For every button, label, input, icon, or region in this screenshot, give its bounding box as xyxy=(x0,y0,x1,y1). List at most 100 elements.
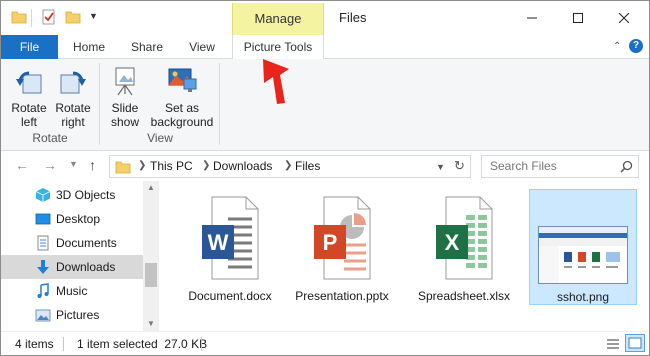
rotate-left-label-1: Rotate xyxy=(11,101,47,115)
group-divider xyxy=(99,63,100,145)
file-list-view: W Document.docx P Presentation.pptx X Sp… xyxy=(161,181,649,331)
word-file-icon: W xyxy=(202,196,259,280)
breadcrumb-chevron-icon[interactable]: ❯ xyxy=(284,160,292,171)
tab-home[interactable]: Home xyxy=(61,35,117,59)
set-as-background-button[interactable]: Set as background xyxy=(147,65,217,129)
scrollbar-thumb[interactable] xyxy=(145,263,157,287)
scroll-up-icon[interactable]: ▲ xyxy=(147,183,155,192)
nav-pane-scrollbar[interactable]: ▲ ▼ xyxy=(143,181,159,331)
breadcrumb-files[interactable]: Files xyxy=(295,159,320,173)
rotate-group-label: Rotate xyxy=(32,131,68,145)
sidebar-item-documents[interactable]: Documents xyxy=(1,231,143,255)
sidebar-item-3d-objects[interactable]: 3D Objects xyxy=(1,183,143,207)
breadcrumb-this-pc[interactable]: This PC xyxy=(150,159,193,173)
file-item[interactable]: P Presentation.pptx xyxy=(293,189,391,305)
downloads-icon xyxy=(37,260,49,274)
maximize-button[interactable] xyxy=(555,1,601,35)
toolbar-divider xyxy=(31,9,32,27)
search-icon[interactable] xyxy=(620,160,633,176)
address-bar[interactable]: ❯ This PC ❯ Downloads ❯ Files ▼ ↻ xyxy=(109,155,471,178)
status-bar: 4 items 1 item selected 27.0 KB xyxy=(1,331,649,355)
rotate-left-label-2: left xyxy=(20,115,37,129)
sidebar-item-label: 3D Objects xyxy=(56,188,116,202)
desktop-icon xyxy=(35,213,51,225)
powerpoint-file-icon: P xyxy=(314,196,371,280)
breadcrumb-chevron-icon[interactable]: ❯ xyxy=(138,160,146,171)
sidebar-item-downloads[interactable]: Downloads xyxy=(1,255,143,279)
back-arrow-icon[interactable]: ← xyxy=(15,157,29,173)
file-name: Presentation.pptx xyxy=(295,289,389,303)
rotate-left-button[interactable]: Rotate left xyxy=(7,65,51,129)
manage-context-tab[interactable]: Manage xyxy=(232,3,324,35)
slide-show-label-2: show xyxy=(110,115,139,129)
folder-icon xyxy=(115,160,131,177)
tab-view[interactable]: View xyxy=(177,35,227,59)
sidebar-item-desktop[interactable]: Desktop xyxy=(1,207,143,231)
close-button[interactable] xyxy=(601,1,647,35)
excel-letter: X xyxy=(445,230,460,255)
new-folder-icon[interactable] xyxy=(65,9,81,28)
scroll-down-icon[interactable]: ▼ xyxy=(147,319,155,328)
status-divider xyxy=(201,337,202,351)
rotate-right-label-1: Rotate xyxy=(55,101,91,115)
search-input[interactable]: Search Files xyxy=(490,159,557,173)
rotate-right-label-2: right xyxy=(61,115,85,129)
file-item[interactable]: W Document.docx xyxy=(181,189,279,305)
title-bar: ▼ Manage Files xyxy=(1,1,649,35)
minimize-button[interactable] xyxy=(509,1,555,35)
file-explorer-window: ▼ Manage Files File Home Share View Pict… xyxy=(0,0,650,356)
refresh-icon[interactable]: ↻ xyxy=(454,158,465,174)
powerpoint-letter: P xyxy=(323,230,338,255)
sidebar-item-music[interactable]: Music xyxy=(1,279,143,303)
file-name: Spreadsheet.xlsx xyxy=(417,289,511,303)
details-view-icon[interactable] xyxy=(605,336,621,355)
help-icon[interactable]: ? xyxy=(629,39,643,53)
pictures-icon xyxy=(35,309,51,322)
close-icon xyxy=(619,13,629,23)
window-title: Files xyxy=(339,10,367,25)
file-name: Document.docx xyxy=(188,289,272,303)
sidebar-item-label: Music xyxy=(56,284,88,298)
slide-show-label-1: Slide xyxy=(111,101,139,115)
file-item-selected[interactable]: sshot.png xyxy=(529,189,637,305)
ribbon-tab-bar: File Home Share View Picture Tools xyxy=(1,35,649,60)
minimize-icon xyxy=(527,17,537,19)
sidebar-item-pictures[interactable]: Pictures xyxy=(1,303,143,327)
customize-toolbar-icon[interactable]: ▼ xyxy=(89,11,98,21)
word-letter: W xyxy=(208,230,229,255)
navigation-bar: ← → ▼ ↑ ❯ This PC ❯ Downloads ❯ Files ▼ … xyxy=(1,151,649,181)
tab-file[interactable]: File xyxy=(1,35,58,59)
rotate-right-button[interactable]: Rotate right xyxy=(51,65,95,129)
folder-icon[interactable] xyxy=(11,9,27,28)
status-divider xyxy=(63,337,64,351)
sidebar-item-label: Downloads xyxy=(56,260,116,274)
properties-icon[interactable] xyxy=(41,9,57,28)
rotate-right-icon xyxy=(60,71,86,94)
excel-file-icon: X xyxy=(436,196,493,280)
slide-show-button[interactable]: Slide show xyxy=(105,65,145,129)
large-icons-view-icon[interactable] xyxy=(625,334,645,352)
selection-info: 1 item selected 27.0 KB xyxy=(77,337,208,351)
item-count: 4 items xyxy=(15,337,54,351)
file-name: sshot.png xyxy=(556,290,610,304)
set-background-icon xyxy=(168,68,197,92)
slide-show-icon xyxy=(115,67,135,96)
music-icon xyxy=(37,283,49,298)
file-item[interactable]: X Spreadsheet.xlsx xyxy=(415,189,513,305)
3d-objects-icon xyxy=(35,188,51,202)
annotation-arrow-icon xyxy=(263,59,289,104)
breadcrumb-chevron-icon[interactable]: ❯ xyxy=(202,160,210,171)
collapse-ribbon-icon[interactable]: ⌃ xyxy=(613,41,621,52)
sidebar-item-label: Desktop xyxy=(56,212,101,226)
up-arrow-icon[interactable]: ↑ xyxy=(89,157,96,173)
search-box[interactable]: Search Files xyxy=(481,155,639,178)
recent-locations-icon[interactable]: ▼ xyxy=(69,159,78,169)
breadcrumb-downloads[interactable]: Downloads xyxy=(213,159,272,173)
set-background-label-2: background xyxy=(150,115,214,129)
tab-share[interactable]: Share xyxy=(121,35,173,59)
rotate-left-icon xyxy=(16,71,42,94)
chevron-down-icon[interactable]: ▼ xyxy=(436,162,445,172)
forward-arrow-icon[interactable]: → xyxy=(43,157,57,173)
image-thumbnail xyxy=(538,226,628,284)
sidebar-item-label: Documents xyxy=(56,236,117,250)
